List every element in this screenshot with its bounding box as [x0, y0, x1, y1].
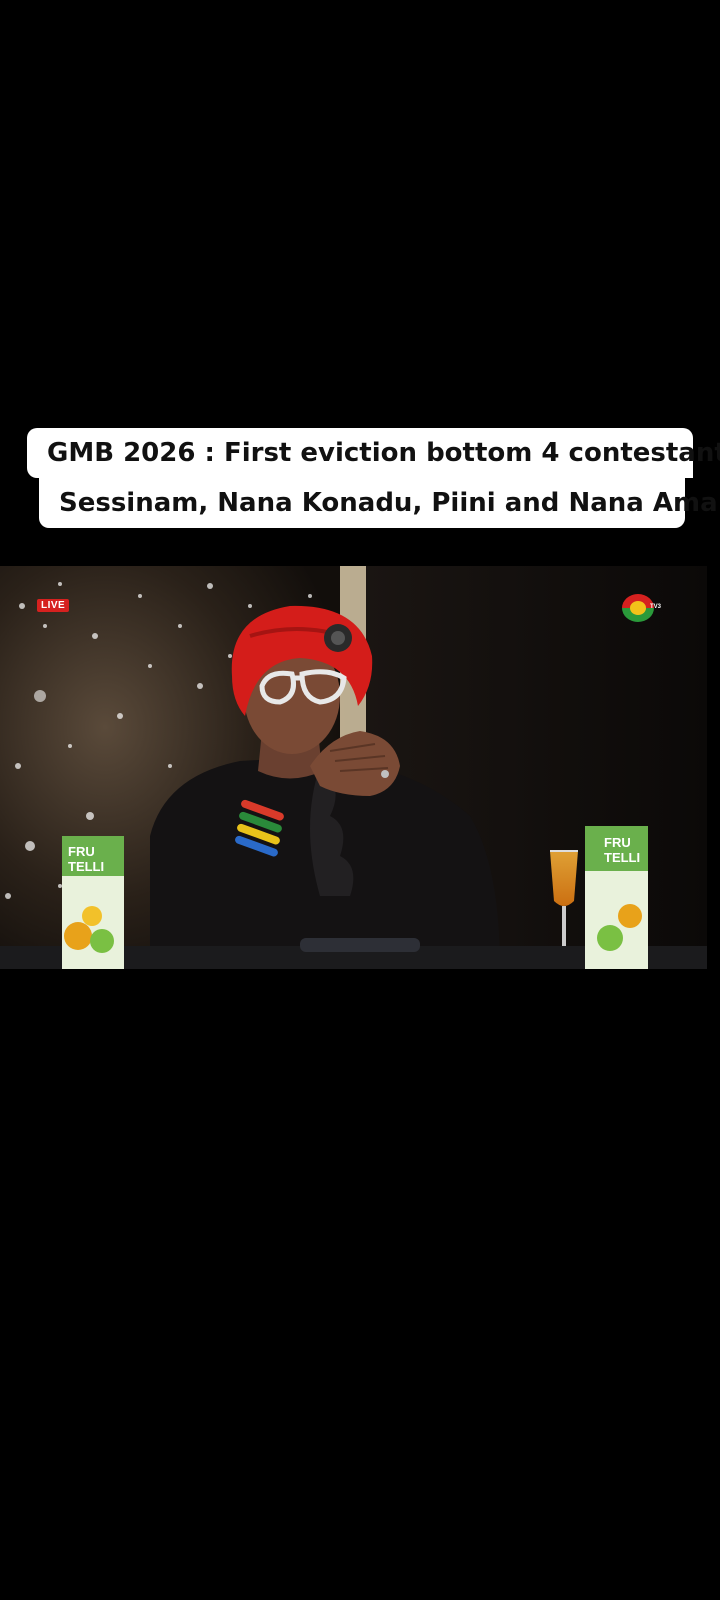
- live-badge: LIVE: [37, 599, 70, 612]
- video-scene: FRU TELLI FRU TELLI: [0, 566, 707, 969]
- screen: GMB 2026 : First eviction bottom 4 conte…: [0, 0, 720, 1600]
- svg-text:FRU: FRU: [604, 835, 631, 850]
- svg-text:TELLI: TELLI: [604, 850, 640, 865]
- svg-text:FRU: FRU: [68, 844, 95, 859]
- caption-line-1: GMB 2026 : First eviction bottom 4 conte…: [27, 428, 720, 478]
- juice-box-right: FRU TELLI: [585, 826, 648, 969]
- caption-overlay: GMB 2026 : First eviction bottom 4 conte…: [0, 428, 720, 528]
- brooch: [324, 624, 352, 652]
- microphone: [300, 938, 420, 952]
- video-frame[interactable]: FRU TELLI FRU TELLI: [0, 566, 707, 969]
- caption-line-2: Sessinam, Nana Konadu, Piini and Nana Am…: [39, 478, 718, 528]
- channel-logo-text: TV3: [650, 604, 662, 610]
- juice-box-left: FRU TELLI: [62, 836, 124, 969]
- channel-logo: TV3: [618, 590, 670, 622]
- svg-text:TELLI: TELLI: [68, 859, 104, 874]
